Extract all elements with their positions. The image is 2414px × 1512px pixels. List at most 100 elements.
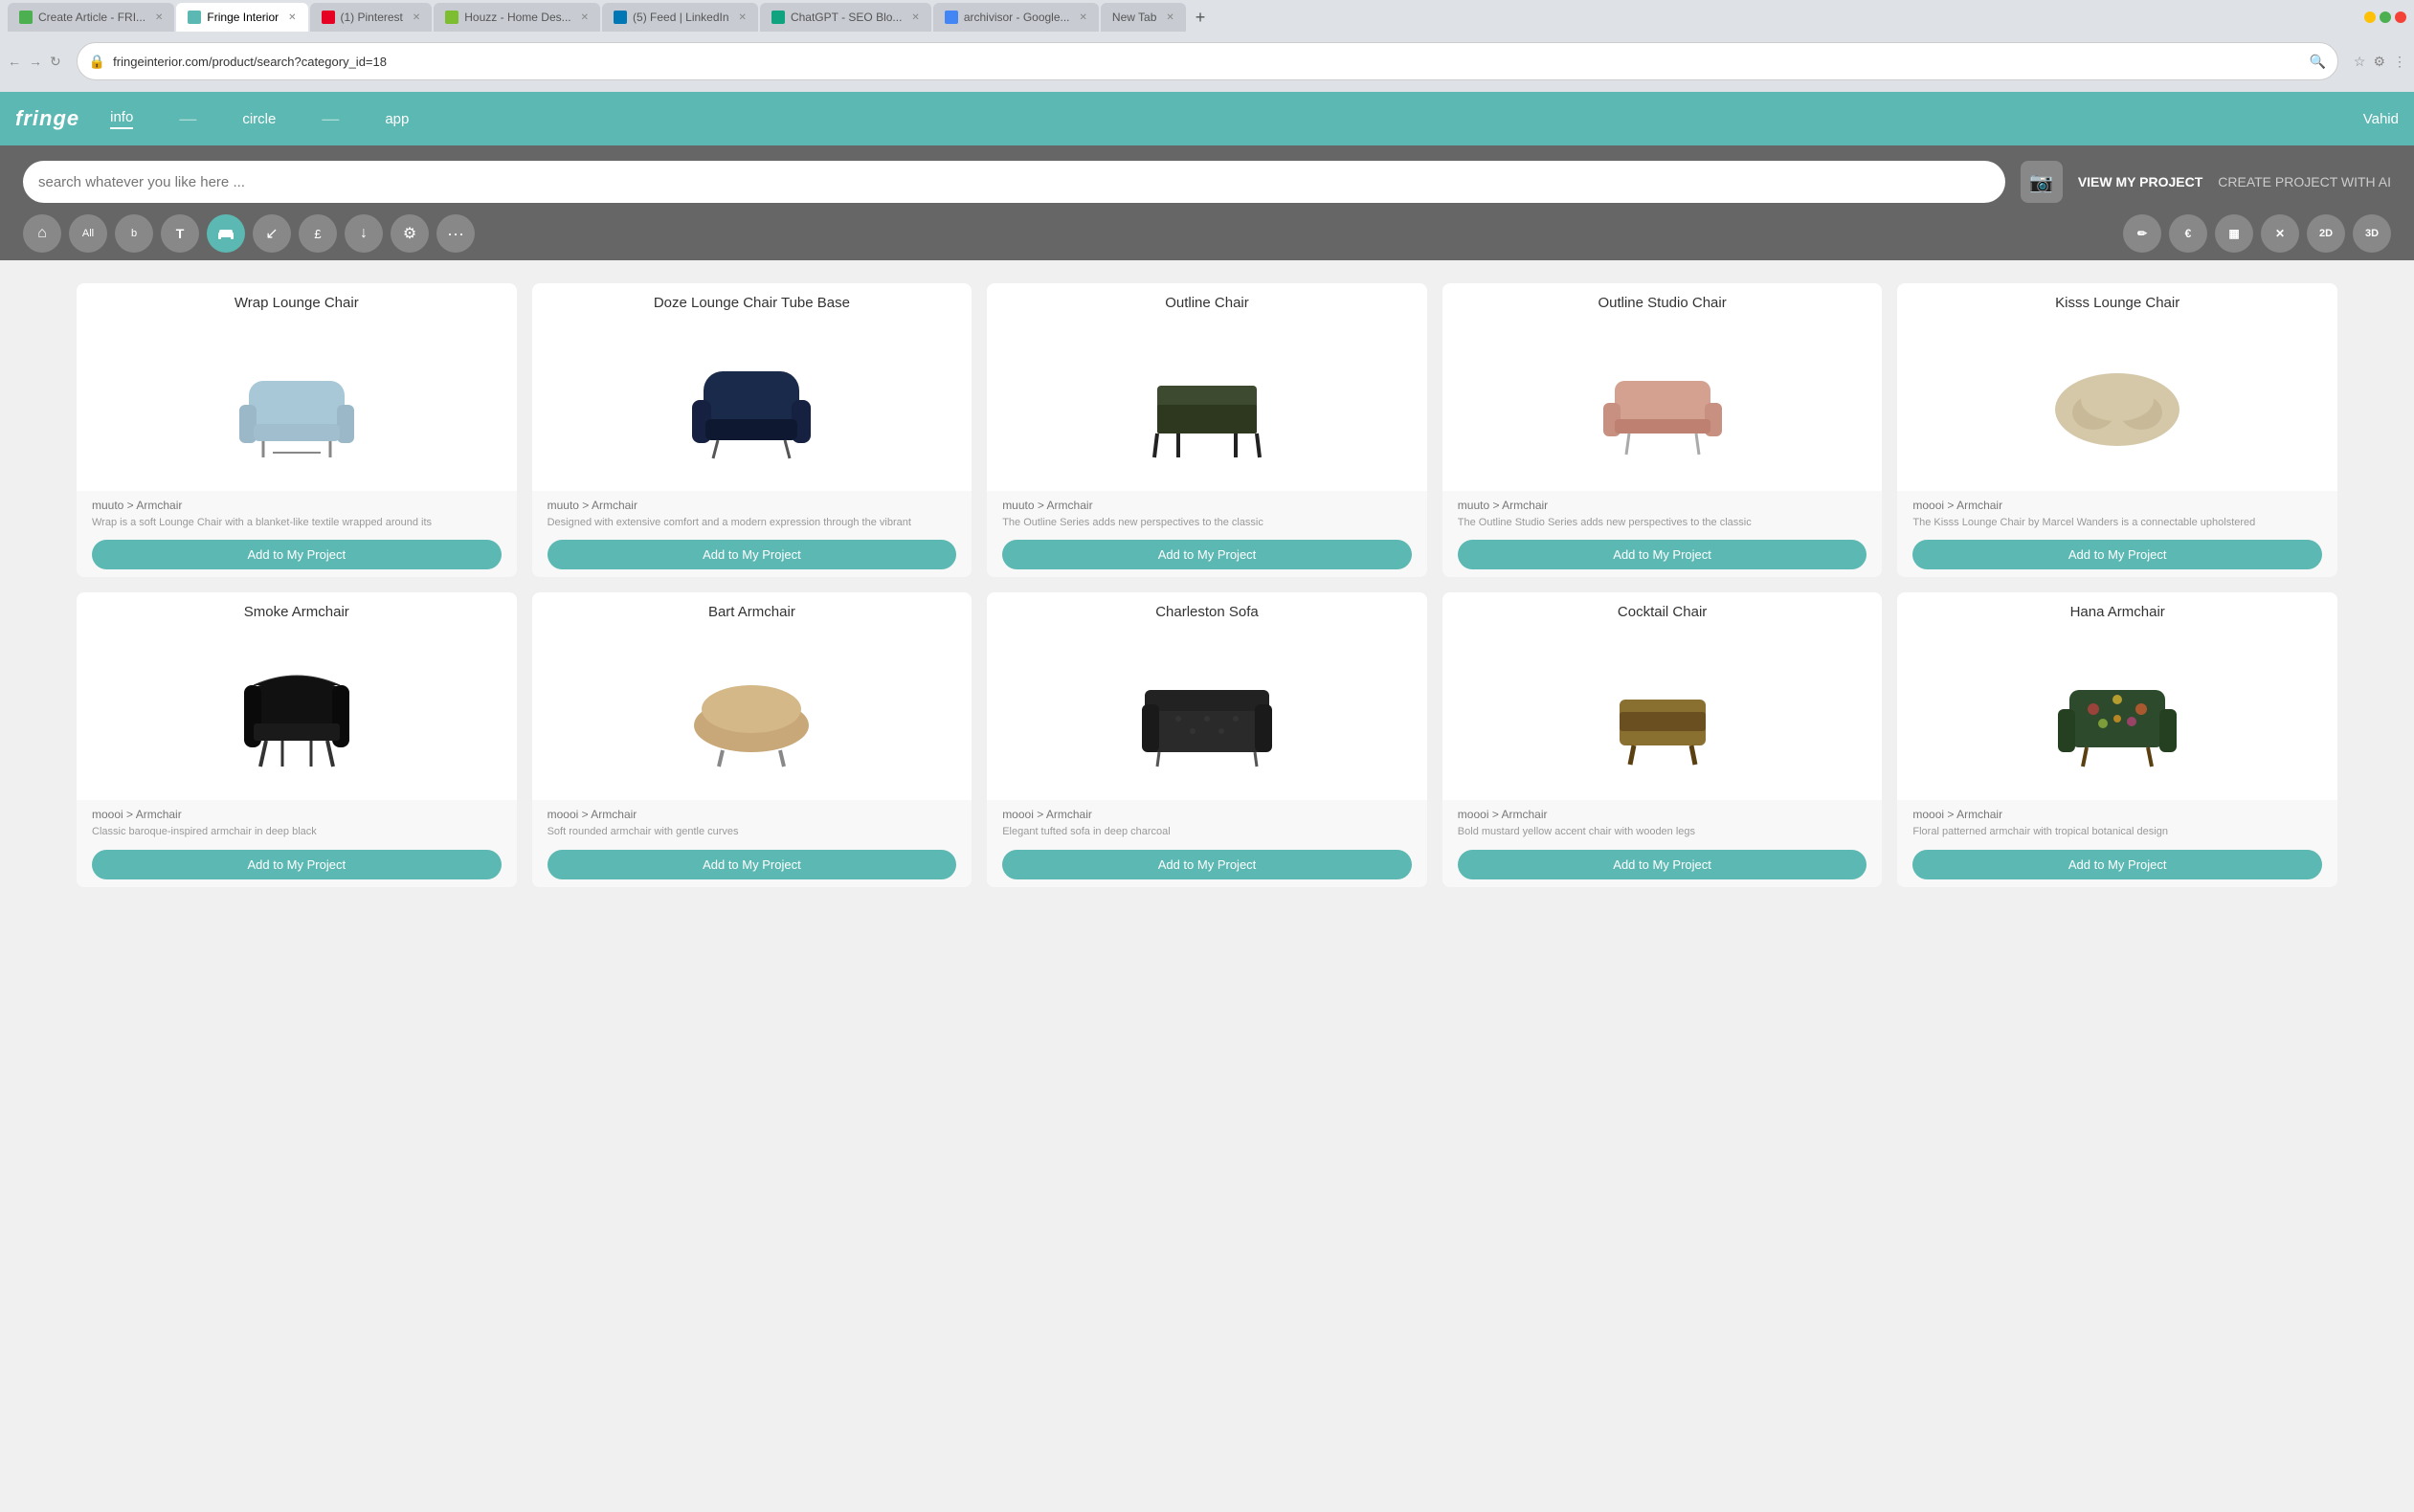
tab-houzz[interactable]: Houzz - Home Des... ✕: [434, 3, 600, 32]
search-input-wrap[interactable]: [23, 161, 2005, 203]
view-pencil[interactable]: ✏: [2123, 214, 2161, 253]
filter-settings[interactable]: ⚙: [391, 214, 429, 253]
product-brand-outline-studio: muuto > Armchair: [1458, 499, 1867, 512]
chair-illustration-charleston-sofa: [1130, 647, 1284, 781]
camera-button[interactable]: 📷: [2021, 161, 2063, 203]
tab-chatgpt[interactable]: ChatGPT - SEO Blo... ✕: [760, 3, 931, 32]
tab-close-icon[interactable]: ✕: [911, 12, 919, 23]
tab-create-article[interactable]: Create Article - FRI... ✕: [8, 3, 174, 32]
view-x[interactable]: ✕: [2261, 214, 2299, 253]
view-bar[interactable]: ▦: [2215, 214, 2253, 253]
nav-item-app[interactable]: app: [385, 111, 409, 127]
tab-close-icon[interactable]: ✕: [413, 12, 420, 23]
tab-label: ChatGPT - SEO Blo...: [791, 11, 902, 24]
add-to-project-button-cocktail-chair[interactable]: Add to My Project: [1458, 850, 1867, 879]
maximize-button[interactable]: [2380, 11, 2391, 23]
product-image-doze-lounge[interactable]: [532, 319, 972, 491]
forward-button[interactable]: →: [29, 54, 42, 69]
product-image-cocktail-chair[interactable]: [1442, 628, 1883, 800]
view-2d[interactable]: 2D: [2307, 214, 2345, 253]
product-image-bart-armchair[interactable]: [532, 628, 972, 800]
product-image-kisss-lounge[interactable]: [1897, 319, 2337, 491]
view-3d[interactable]: 3D: [2353, 214, 2391, 253]
add-to-project-button-bart-armchair[interactable]: Add to My Project: [548, 850, 957, 879]
tab-close-icon[interactable]: ✕: [581, 12, 589, 23]
product-image-outline-studio[interactable]: [1442, 319, 1883, 491]
product-brand-cocktail-chair: moooi > Armchair: [1458, 808, 1867, 821]
tab-label: Fringe Interior: [207, 11, 279, 24]
menu-icon[interactable]: ⋮: [2393, 54, 2406, 70]
tab-favicon: [19, 11, 33, 24]
product-desc-hana-armchair: Floral patterned armchair with tropical …: [1912, 825, 2322, 839]
tab-new[interactable]: New Tab ✕: [1101, 3, 1186, 32]
user-name[interactable]: Vahid: [2363, 111, 2399, 127]
product-brand-outline-chair: muuto > Armchair: [1002, 499, 1412, 512]
extensions-icon[interactable]: ⚙: [2373, 54, 2385, 70]
product-desc-outline-studio: The Outline Studio Series adds new persp…: [1458, 516, 1867, 530]
url-display: fringeinterior.com/product/search?catego…: [113, 55, 2301, 69]
search-input[interactable]: [38, 174, 1990, 190]
products-section: Wrap Lounge Chair muuto > Armchair Wrap …: [0, 260, 2414, 910]
product-title-wrap-lounge: Wrap Lounge Chair: [77, 283, 517, 319]
nav-item-circle[interactable]: circle: [242, 111, 276, 127]
product-card-charleston-sofa: Charleston Sofa moooi > Armchair Elegant…: [987, 592, 1427, 886]
filter-b[interactable]: b: [115, 214, 153, 253]
view-my-project-button[interactable]: VIEW MY PROJECT: [2078, 174, 2202, 189]
search-row: 📷 VIEW MY PROJECT CREATE PROJECT WITH AI: [23, 161, 2391, 203]
product-image-wrap-lounge[interactable]: [77, 319, 517, 491]
add-to-project-button-smoke-armchair[interactable]: Add to My Project: [92, 850, 502, 879]
tab-close-icon[interactable]: ✕: [1080, 12, 1087, 23]
product-card-hana-armchair: Hana Armchair moooi > Armchair Floral pa…: [1897, 592, 2337, 886]
tab-close-icon[interactable]: ✕: [288, 12, 296, 23]
tab-close-icon[interactable]: ✕: [155, 12, 163, 23]
product-title-bart-armchair: Bart Armchair: [532, 592, 972, 628]
search-icon[interactable]: 🔍: [2309, 54, 2325, 70]
window-controls: [2364, 11, 2406, 23]
product-image-hana-armchair[interactable]: [1897, 628, 2337, 800]
refresh-button[interactable]: ↻: [50, 54, 61, 70]
add-to-project-button-doze-lounge[interactable]: Add to My Project: [548, 540, 957, 569]
product-footer-doze-lounge: muuto > Armchair Designed with extensive…: [532, 491, 972, 577]
filter-download[interactable]: ↓: [345, 214, 383, 253]
logo[interactable]: fringe: [15, 106, 79, 131]
product-footer-outline-studio: muuto > Armchair The Outline Studio Seri…: [1442, 491, 1883, 577]
tab-fringe-interior[interactable]: Fringe Interior ✕: [176, 3, 307, 32]
tab-close-icon[interactable]: ✕: [1166, 12, 1173, 23]
product-title-smoke-armchair: Smoke Armchair: [77, 592, 517, 628]
tab-close-icon[interactable]: ✕: [739, 12, 747, 23]
filter-text[interactable]: T: [161, 214, 199, 253]
filter-more[interactable]: ···: [436, 214, 475, 253]
product-brand-charleston-sofa: moooi > Armchair: [1002, 808, 1412, 821]
back-button[interactable]: ←: [8, 54, 21, 69]
filter-home[interactable]: ⌂: [23, 214, 61, 253]
create-project-button[interactable]: CREATE PROJECT WITH AI: [2218, 174, 2391, 189]
nav-item-info[interactable]: info: [110, 109, 133, 129]
filter-arrow[interactable]: ↙: [253, 214, 291, 253]
add-to-project-button-outline-chair[interactable]: Add to My Project: [1002, 540, 1412, 569]
view-euro[interactable]: €: [2169, 214, 2207, 253]
add-to-project-button-wrap-lounge[interactable]: Add to My Project: [92, 540, 502, 569]
bookmark-icon[interactable]: ☆: [2354, 54, 2366, 70]
product-card-cocktail-chair: Cocktail Chair moooi > Armchair Bold mus…: [1442, 592, 1883, 886]
new-tab-button[interactable]: +: [1188, 8, 1214, 28]
tab-linkedin[interactable]: (5) Feed | LinkedIn ✕: [602, 3, 758, 32]
chair-illustration-bart-armchair: [675, 647, 828, 781]
product-image-charleston-sofa[interactable]: [987, 628, 1427, 800]
main-nav: info — circle — app: [110, 109, 2363, 129]
product-desc-charleston-sofa: Elegant tufted sofa in deep charcoal: [1002, 825, 1412, 839]
minimize-button[interactable]: [2364, 11, 2376, 23]
filter-money[interactable]: £: [299, 214, 337, 253]
filter-chair[interactable]: [207, 214, 245, 253]
add-to-project-button-charleston-sofa[interactable]: Add to My Project: [1002, 850, 1412, 879]
add-to-project-button-hana-armchair[interactable]: Add to My Project: [1912, 850, 2322, 879]
tab-archivisor[interactable]: archivisor - Google... ✕: [933, 3, 1099, 32]
product-image-outline-chair[interactable]: [987, 319, 1427, 491]
product-image-smoke-armchair[interactable]: [77, 628, 517, 800]
add-to-project-button-kisss-lounge[interactable]: Add to My Project: [1912, 540, 2322, 569]
close-button[interactable]: [2395, 11, 2406, 23]
add-to-project-button-outline-studio[interactable]: Add to My Project: [1458, 540, 1867, 569]
filter-all[interactable]: All: [69, 214, 107, 253]
address-bar[interactable]: 🔒 fringeinterior.com/product/search?cate…: [77, 42, 2338, 80]
product-card-outline-studio: Outline Studio Chair muuto > Armchair Th…: [1442, 283, 1883, 577]
tab-pinterest[interactable]: (1) Pinterest ✕: [310, 3, 433, 32]
